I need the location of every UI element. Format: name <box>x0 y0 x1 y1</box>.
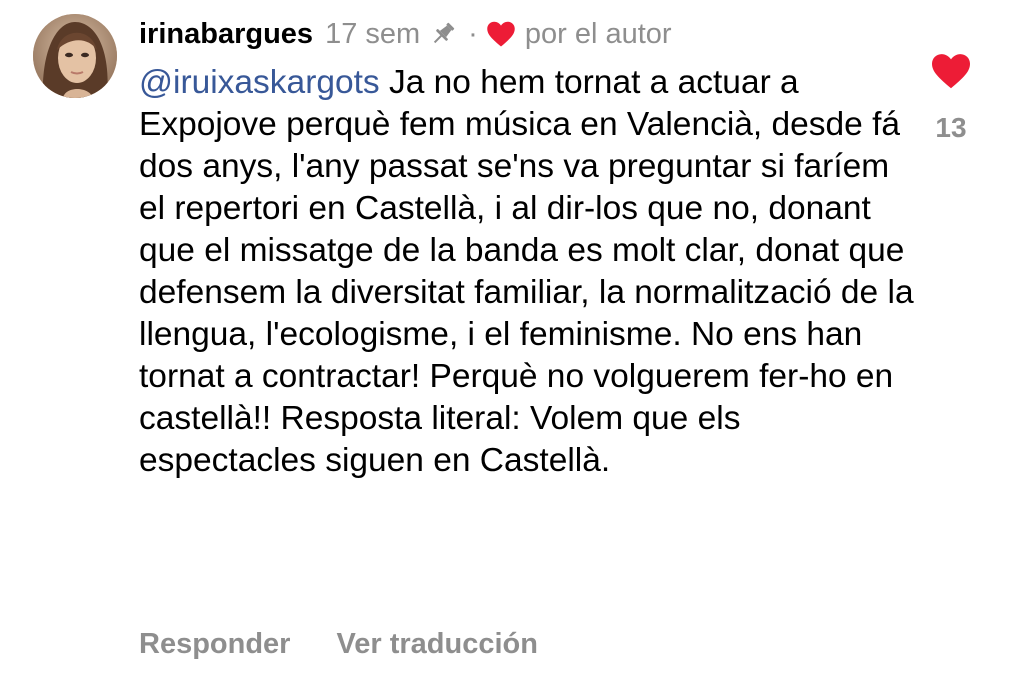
avatar[interactable] <box>33 14 117 98</box>
reply-button[interactable]: Responder <box>139 628 290 661</box>
comment-text: @iruixaskargots Ja no hem tornat a actua… <box>139 62 919 482</box>
comment: irinabargues 17 sem · por el autor @irui… <box>0 0 1024 683</box>
timestamp: 17 sem <box>325 17 421 50</box>
comment-actions: Responder Ver traducción <box>139 622 538 666</box>
like-heart-icon[interactable] <box>930 52 972 90</box>
username-link[interactable]: irinabargues <box>139 18 313 51</box>
see-translation-button[interactable]: Ver traducción <box>336 628 537 661</box>
meta-separator: · <box>468 17 478 50</box>
mention-link[interactable]: @iruixaskargots <box>139 64 380 101</box>
by-author-label: por el autor <box>524 17 672 50</box>
author-heart-icon <box>486 20 516 48</box>
avatar-image <box>33 14 117 98</box>
comment-body: irinabargues 17 sem · por el autor @irui… <box>139 12 919 482</box>
like-count: 13 <box>935 112 967 143</box>
comment-meta: irinabargues 17 sem · por el autor <box>139 12 919 56</box>
comment-message: Ja no hem tornat a actuar a Expojove per… <box>139 64 914 479</box>
pin-icon <box>428 19 458 49</box>
